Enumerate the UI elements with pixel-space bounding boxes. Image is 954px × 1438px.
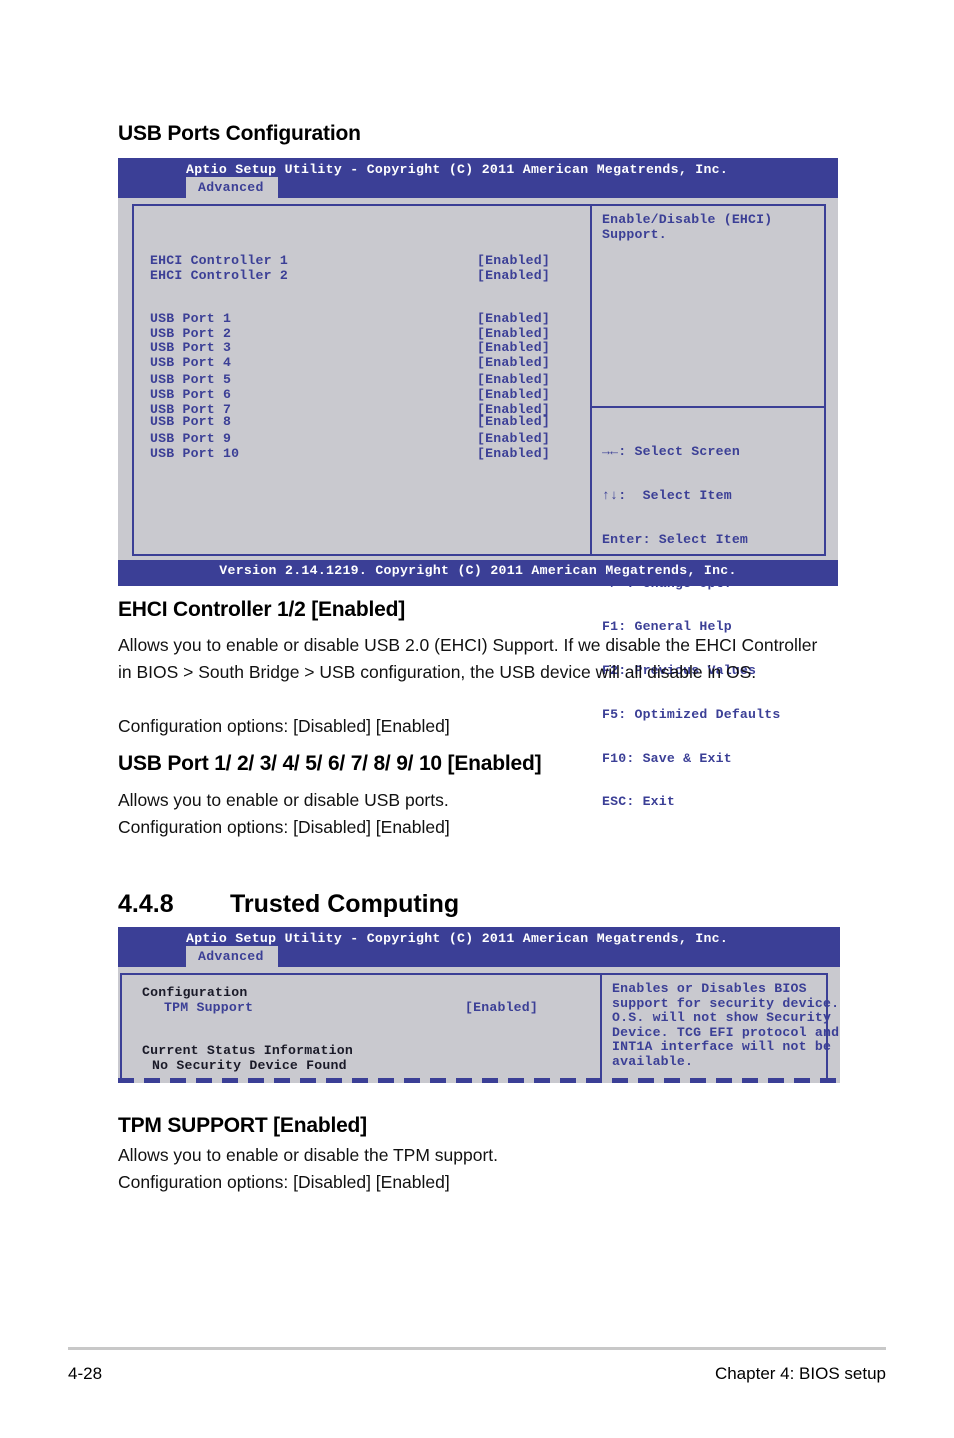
bios-item-label: USB Port 1: [150, 311, 232, 326]
bios-item-row[interactable]: USB Port 5 [Enabled]: [134, 372, 590, 387]
bios-frame: EHCI Controller 1 [Enabled] EHCI Control…: [132, 204, 826, 809]
bios-item-value[interactable]: [Enabled]: [477, 372, 550, 387]
bios-help-panel: Enable/Disable (EHCI) Support. →←: Selec…: [592, 206, 824, 809]
document-page: USB Ports Configuration Aptio Setup Util…: [0, 0, 954, 1438]
bios-item-value[interactable]: [Enabled]: [465, 1000, 538, 1015]
heading-ehci-controller: EHCI Controller 1/2 [Enabled]: [118, 598, 406, 621]
bios-item-row-tpm-support[interactable]: TPM Support [Enabled]: [122, 1000, 600, 1015]
footer-chapter-label: Chapter 4: BIOS setup: [714, 1364, 886, 1383]
bios-item-row[interactable]: USB Port 10 [Enabled]: [134, 446, 590, 461]
screenshot-cut-edge: [118, 1078, 840, 1083]
bios-titlebar: Aptio Setup Utility - Copyright (C) 2011…: [118, 158, 838, 198]
bios-item-row[interactable]: USB Port 2 [Enabled]: [134, 326, 590, 341]
bios-group-label: Configuration: [142, 985, 248, 1000]
bios-item-row[interactable]: USB Port 3 [Enabled]: [134, 340, 590, 355]
heading-usb-ports-configuration: USB Ports Configuration: [118, 122, 361, 145]
section-number: 4.4.8: [118, 890, 174, 918]
paragraph-usb-port-options: Configuration options: [Disabled] [Enabl…: [118, 817, 450, 837]
bios-version-text: Version 2.14.1219. Copyright (C) 2011 Am…: [219, 563, 737, 578]
bios-item-row[interactable]: USB Port 8 [Enabled]: [134, 414, 590, 429]
bios-item-label: USB Port 6: [150, 387, 232, 402]
bios-items-panel: EHCI Controller 1 [Enabled] EHCI Control…: [134, 206, 590, 554]
bios-status-value: No Security Device Found: [152, 1058, 347, 1073]
bios-navkeys: →←: Select Screen ↑↓: Select Item Enter:…: [602, 416, 781, 839]
bios-item-label: TPM Support: [164, 1000, 254, 1015]
bios-item-value[interactable]: [Enabled]: [477, 355, 550, 370]
bios-items-panel: Configuration TPM Support [Enabled] Curr…: [122, 975, 600, 1081]
bios-item-label: USB Port 5: [150, 372, 232, 387]
navkey-enter: Enter: Select Item: [602, 531, 749, 547]
bios-item-label: EHCI Controller 2: [150, 268, 288, 283]
paragraph-ehci-options: Configuration options: [Disabled] [Enabl…: [118, 716, 450, 736]
bios-version-footer: Version 2.14.1219. Copyright (C) 2011 Am…: [118, 560, 838, 586]
bios-item-value[interactable]: [Enabled]: [477, 340, 550, 355]
navkey-select-screen: →←: Select Screen: [602, 444, 740, 460]
bios-item-label: USB Port 9: [150, 431, 232, 446]
bios-body: EHCI Controller 1 [Enabled] EHCI Control…: [118, 198, 838, 809]
section-title: Trusted Computing: [230, 890, 460, 918]
bios-item-value[interactable]: [Enabled]: [477, 431, 550, 446]
bios-item-value[interactable]: [Enabled]: [477, 253, 550, 268]
bios-item-label: USB Port 10: [150, 446, 240, 461]
heading-section-trusted-computing: 4.4.8 Trusted Computing: [118, 890, 459, 919]
bios-title-text: Aptio Setup Utility - Copyright (C) 2011…: [186, 931, 729, 946]
paragraph-tpm-options: Configuration options: [Disabled] [Enabl…: [118, 1172, 450, 1192]
bios-item-label: USB Port 4: [150, 355, 232, 370]
bios-item-value[interactable]: [Enabled]: [477, 414, 550, 429]
paragraph-usb-port-body: Allows you to enable or disable USB port…: [118, 790, 449, 810]
paragraph-tpm-body: Allows you to enable or disable the TPM …: [118, 1145, 499, 1165]
bios-screenshot-trusted-computing: Aptio Setup Utility - Copyright (C) 2011…: [118, 927, 840, 1083]
bios-item-label: USB Port 2: [150, 326, 232, 341]
bios-item-row[interactable]: EHCI Controller 1 [Enabled]: [134, 253, 590, 268]
heading-usb-port: USB Port 1/ 2/ 3/ 4/ 5/ 6/ 7/ 8/ 9/ 10 […: [118, 752, 542, 775]
bios-frame: Configuration TPM Support [Enabled] Curr…: [120, 973, 840, 1083]
footer-divider: [68, 1347, 886, 1350]
bios-group-current-status: Current Status Information: [122, 1043, 600, 1058]
bios-item-label: USB Port 3: [150, 340, 232, 355]
bios-item-row[interactable]: USB Port 4 [Enabled]: [134, 355, 590, 370]
navkey-f10-save-exit: F10: Save & Exit: [602, 750, 732, 766]
bios-group-label: Current Status Information: [142, 1043, 353, 1058]
bios-item-value[interactable]: [Enabled]: [477, 311, 550, 326]
bios-item-label: EHCI Controller 1: [150, 253, 288, 268]
bios-help-separator: [592, 406, 824, 408]
bios-title-text: Aptio Setup Utility - Copyright (C) 2011…: [186, 162, 729, 177]
footer-page-number: 4-28: [68, 1364, 103, 1383]
bios-tab-advanced[interactable]: Advanced: [186, 177, 278, 198]
bios-item-value[interactable]: [Enabled]: [477, 326, 550, 341]
bios-item-value[interactable]: [Enabled]: [477, 446, 550, 461]
bios-help-panel: Enables or Disables BIOS support for sec…: [602, 975, 840, 1081]
bios-screenshot-usb-ports: Aptio Setup Utility - Copyright (C) 2011…: [118, 158, 838, 809]
bios-item-value[interactable]: [Enabled]: [477, 387, 550, 402]
bios-item-value[interactable]: [Enabled]: [477, 268, 550, 283]
heading-tpm-support: TPM SUPPORT [Enabled]: [118, 1114, 367, 1137]
bios-tab-advanced[interactable]: Advanced: [186, 946, 278, 967]
bios-item-row[interactable]: USB Port 9 [Enabled]: [134, 431, 590, 446]
bios-status-row: No Security Device Found: [122, 1058, 600, 1073]
bios-help-text: Enables or Disables BIOS support for sec…: [612, 981, 840, 1069]
bios-help-text: Enable/Disable (EHCI) Support.: [602, 212, 773, 242]
bios-item-row[interactable]: USB Port 6 [Enabled]: [134, 387, 590, 402]
bios-item-label: USB Port 8: [150, 414, 232, 429]
paragraph-ehci-body: Allows you to enable or disable USB 2.0 …: [118, 635, 818, 682]
bios-item-row[interactable]: EHCI Controller 2 [Enabled]: [134, 268, 590, 283]
navkey-select-item: ↑↓: Select Item: [602, 487, 732, 503]
bios-titlebar: Aptio Setup Utility - Copyright (C) 2011…: [118, 927, 840, 967]
bios-group-configuration: Configuration: [122, 985, 600, 1000]
bios-item-row[interactable]: USB Port 1 [Enabled]: [134, 311, 590, 326]
bios-body: Configuration TPM Support [Enabled] Curr…: [118, 967, 840, 1083]
